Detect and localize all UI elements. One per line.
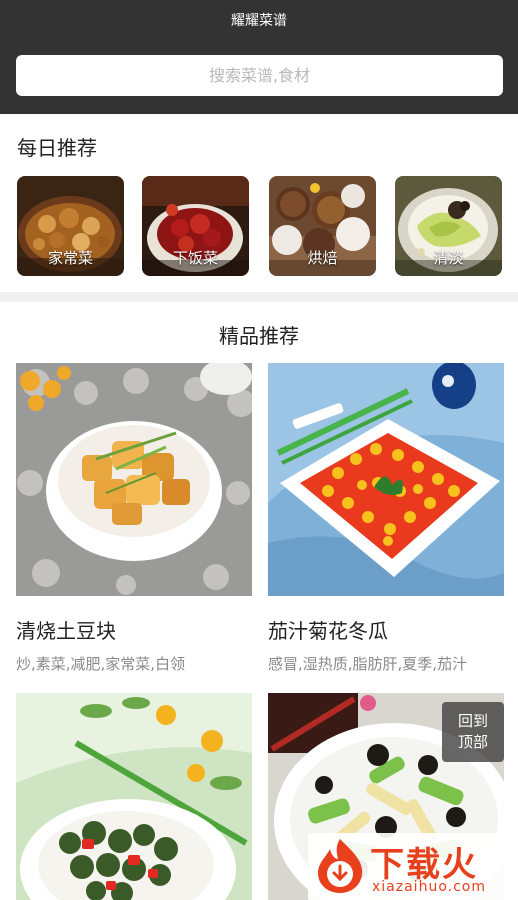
recipe-card[interactable]: 茄汁菊花冬瓜 感冒,湿热质,脂肪肝,夏季,茄汁	[268, 363, 504, 683]
category-label: 烘焙	[307, 249, 338, 267]
category-tile-light-food[interactable]: 清淡	[395, 176, 502, 276]
flame-download-icon	[312, 837, 368, 899]
category-label: 清淡	[433, 249, 464, 267]
watermark: 下载火 xiazaihuo.com	[308, 833, 518, 900]
recipe-card[interactable]: 清烧土豆块 炒,素菜,减肥,家常菜,白领	[16, 363, 252, 683]
daily-recommend-section: 每日推荐 家常菜 下饭菜 烘焙 清淡	[0, 114, 518, 292]
back-to-top-line1: 回到	[457, 712, 488, 730]
recipe-card[interactable]	[16, 693, 252, 900]
category-label: 下饭菜	[172, 249, 218, 267]
recipe-name: 茄汁菊花冬瓜	[268, 619, 388, 643]
recipe-image	[16, 363, 252, 596]
category-tile-home-cooking[interactable]: 家常菜	[17, 176, 124, 276]
daily-section-title: 每日推荐	[17, 136, 97, 160]
recipe-tags: 感冒,湿热质,脂肪肝,夏季,茄汁	[268, 655, 468, 673]
recipe-name: 清烧土豆块	[16, 619, 116, 643]
back-to-top-button[interactable]: 回到 顶部	[442, 702, 504, 762]
search-input[interactable]	[16, 55, 503, 96]
back-to-top-line2: 顶部	[457, 733, 488, 751]
search-bar[interactable]	[16, 55, 503, 96]
category-label: 家常菜	[47, 249, 93, 267]
featured-section-title: 精品推荐	[219, 324, 299, 348]
category-tile-rice-dish[interactable]: 下饭菜	[142, 176, 249, 276]
watermark-url: xiazaihuo.com	[372, 879, 486, 895]
recipe-image	[268, 363, 504, 596]
recipe-tags: 炒,素菜,减肥,家常菜,白领	[16, 655, 186, 673]
section-divider	[0, 292, 518, 302]
recipe-image	[16, 693, 252, 900]
app-header: 耀耀菜谱	[0, 0, 518, 114]
category-tile-baking[interactable]: 烘焙	[269, 176, 376, 276]
app-title: 耀耀菜谱	[231, 13, 287, 29]
